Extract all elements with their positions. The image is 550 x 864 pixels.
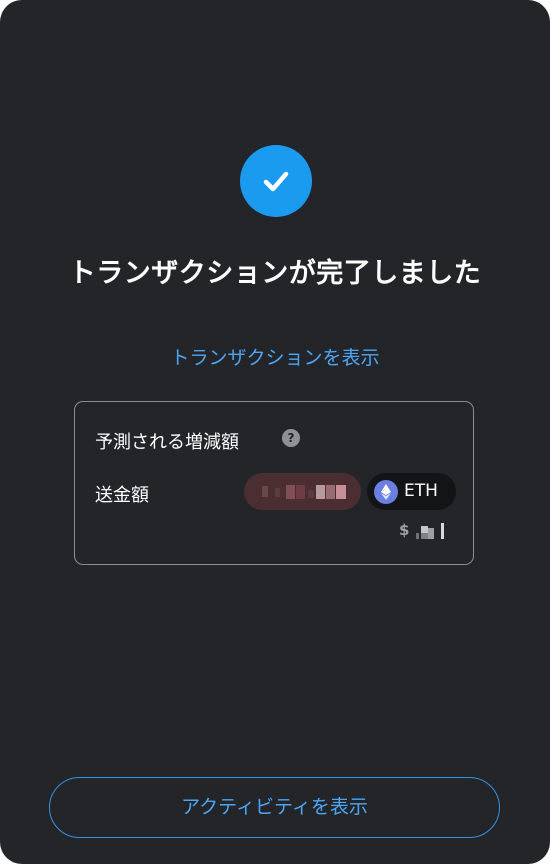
transaction-complete-dialog: トランザクションが完了しました トランザクションを表示 予測される増減額 ? 送… <box>0 0 550 864</box>
currency-symbol: $ <box>399 521 410 539</box>
redacted-amount <box>244 473 361 510</box>
token-selector: ETH <box>367 473 456 510</box>
send-amount-label: 送金額 <box>95 485 149 506</box>
token-symbol: ETH <box>404 481 438 501</box>
balance-change-heading: 予測される増減額 <box>95 432 239 453</box>
question-icon[interactable]: ? <box>282 429 300 447</box>
view-transaction-link[interactable]: トランザクションを表示 <box>60 343 490 370</box>
view-activity-button[interactable]: アクティビティを表示 <box>49 777 500 838</box>
status-title: トランザクションが完了しました <box>68 258 482 289</box>
ethereum-icon <box>374 480 398 504</box>
balance-change-card: 予測される増減額 ? 送金額 ETH $ <box>74 401 474 565</box>
success-check-icon <box>240 145 312 217</box>
